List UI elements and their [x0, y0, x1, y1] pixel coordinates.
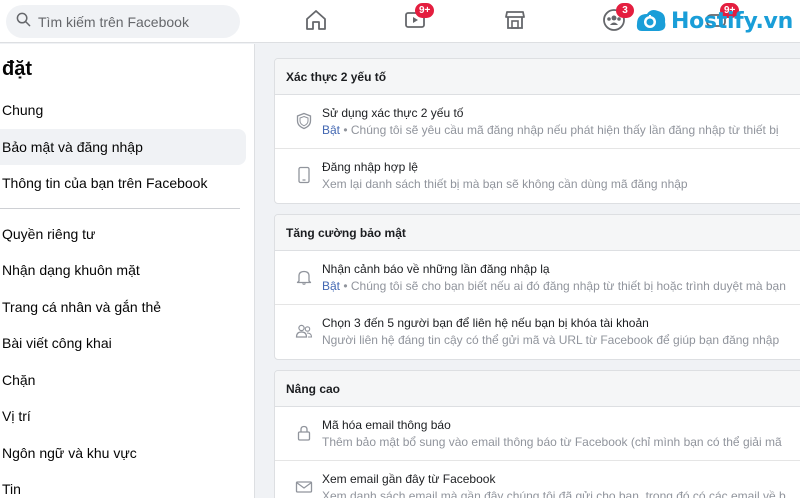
- sidebar-item-location[interactable]: Vị trí: [0, 398, 246, 434]
- bell-icon: [295, 268, 313, 286]
- row-title: Mã hóa email thông báo: [322, 418, 451, 432]
- section-header: Tăng cường bảo mật: [275, 215, 800, 251]
- row-description: Bật • Chúng tôi sẽ yêu cầu mã đăng nhập …: [322, 123, 779, 137]
- groups-tab[interactable]: 3: [600, 3, 634, 36]
- people-icon: [295, 322, 313, 340]
- two-factor-section: Xác thực 2 yếu tố Sử dụng xác thực 2 yếu…: [274, 58, 800, 204]
- sidebar-item-stories[interactable]: Tin: [0, 471, 246, 498]
- status-on-label: Bật: [322, 279, 341, 293]
- sidebar-item-public-posts[interactable]: Bài viết công khai: [0, 325, 246, 361]
- marketplace-tab[interactable]: [501, 8, 529, 36]
- sidebar-item-general[interactable]: Chung: [0, 92, 246, 128]
- hostify-logo-icon: [633, 6, 669, 36]
- row-title: Nhận cảnh báo về những lần đăng nhập lạ: [322, 262, 550, 276]
- sidebar-item-privacy[interactable]: Quyền riêng tư: [0, 216, 246, 252]
- sidebar-item-your-facebook-information[interactable]: Thông tin của bạn trên Facebook: [0, 165, 246, 201]
- watch-tab[interactable]: 9+: [401, 3, 435, 36]
- row-title: Chọn 3 đến 5 người bạn để liên hệ nếu bạ…: [322, 316, 649, 330]
- sidebar-item-language-region[interactable]: Ngôn ngữ và khu vực: [0, 435, 246, 471]
- top-navigation-bar: 9+ 3 9+ Hostify.vn: [0, 0, 800, 43]
- sidebar-item-profile-tagging[interactable]: Trang cá nhân và gắn thẻ: [0, 289, 246, 325]
- hostify-watermark: Hostify.vn: [633, 6, 793, 36]
- search-icon: [16, 12, 31, 32]
- row-description: Bật • Chúng tôi sẽ cho bạn biết nếu ai đ…: [322, 279, 786, 293]
- row-description: Thêm bảo mật bổ sung vào email thông báo…: [322, 435, 782, 449]
- shield-icon: [295, 112, 313, 130]
- login-alerts-row[interactable]: Nhận cảnh báo về những lần đăng nhập lạ …: [275, 251, 800, 305]
- settings-sidebar: đặt Chung Bảo mật và đăng nhập Thông tin…: [0, 44, 255, 498]
- trusted-contacts-row[interactable]: Chọn 3 đến 5 người bạn để liên hệ nếu bạ…: [275, 305, 800, 359]
- hostify-watermark-text: Hostify.vn: [671, 8, 793, 34]
- extra-security-section: Tăng cường bảo mật Nhận cảnh báo về nhữn…: [274, 214, 800, 360]
- section-header: Xác thực 2 yếu tố: [275, 59, 800, 95]
- envelope-icon: [295, 478, 313, 496]
- store-icon: [503, 8, 527, 37]
- recent-emails-row[interactable]: Xem email gần đây từ Facebook Xem danh s…: [275, 461, 800, 498]
- row-title: Xem email gần đây từ Facebook: [322, 472, 496, 486]
- phone-icon: [295, 166, 313, 184]
- search-input[interactable]: [38, 13, 228, 30]
- home-icon: [304, 8, 328, 37]
- lock-icon: [295, 424, 313, 442]
- sidebar-item-blocking[interactable]: Chặn: [0, 362, 246, 398]
- advanced-section: Nâng cao Mã hóa email thông báo Thêm bảo…: [274, 370, 800, 498]
- sidebar-item-face-recognition[interactable]: Nhận dạng khuôn mặt: [0, 252, 246, 288]
- home-tab[interactable]: [302, 8, 330, 36]
- watch-notification-badge: 9+: [415, 3, 435, 18]
- row-title: Sử dụng xác thực 2 yếu tố: [322, 106, 464, 120]
- encrypted-emails-row[interactable]: Mã hóa email thông báo Thêm bảo mật bổ s…: [275, 407, 800, 461]
- search-box[interactable]: [6, 5, 240, 38]
- row-description: Người liên hệ đáng tin cậy có thể gửi mã…: [322, 333, 780, 347]
- row-title: Đăng nhập hợp lệ: [322, 160, 418, 174]
- sidebar-title: đặt: [2, 58, 32, 80]
- section-header: Nâng cao: [275, 371, 800, 407]
- status-on-label: Bật: [322, 123, 341, 137]
- use-two-factor-row[interactable]: Sử dụng xác thực 2 yếu tố Bật • Chúng tô…: [275, 95, 800, 149]
- settings-main-content: Xác thực 2 yếu tố Sử dụng xác thực 2 yếu…: [256, 44, 800, 498]
- sidebar-divider: [0, 208, 240, 209]
- row-description: Xem lại danh sách thiết bị mà bạn sẽ khô…: [322, 177, 688, 191]
- sidebar-item-security-login[interactable]: Bảo mật và đăng nhập: [0, 129, 246, 165]
- row-description: Xem danh sách email mà gần đây chúng tôi…: [322, 489, 786, 498]
- groups-notification-badge: 3: [616, 3, 634, 18]
- authorized-logins-row[interactable]: Đăng nhập hợp lệ Xem lại danh sách thiết…: [275, 149, 800, 203]
